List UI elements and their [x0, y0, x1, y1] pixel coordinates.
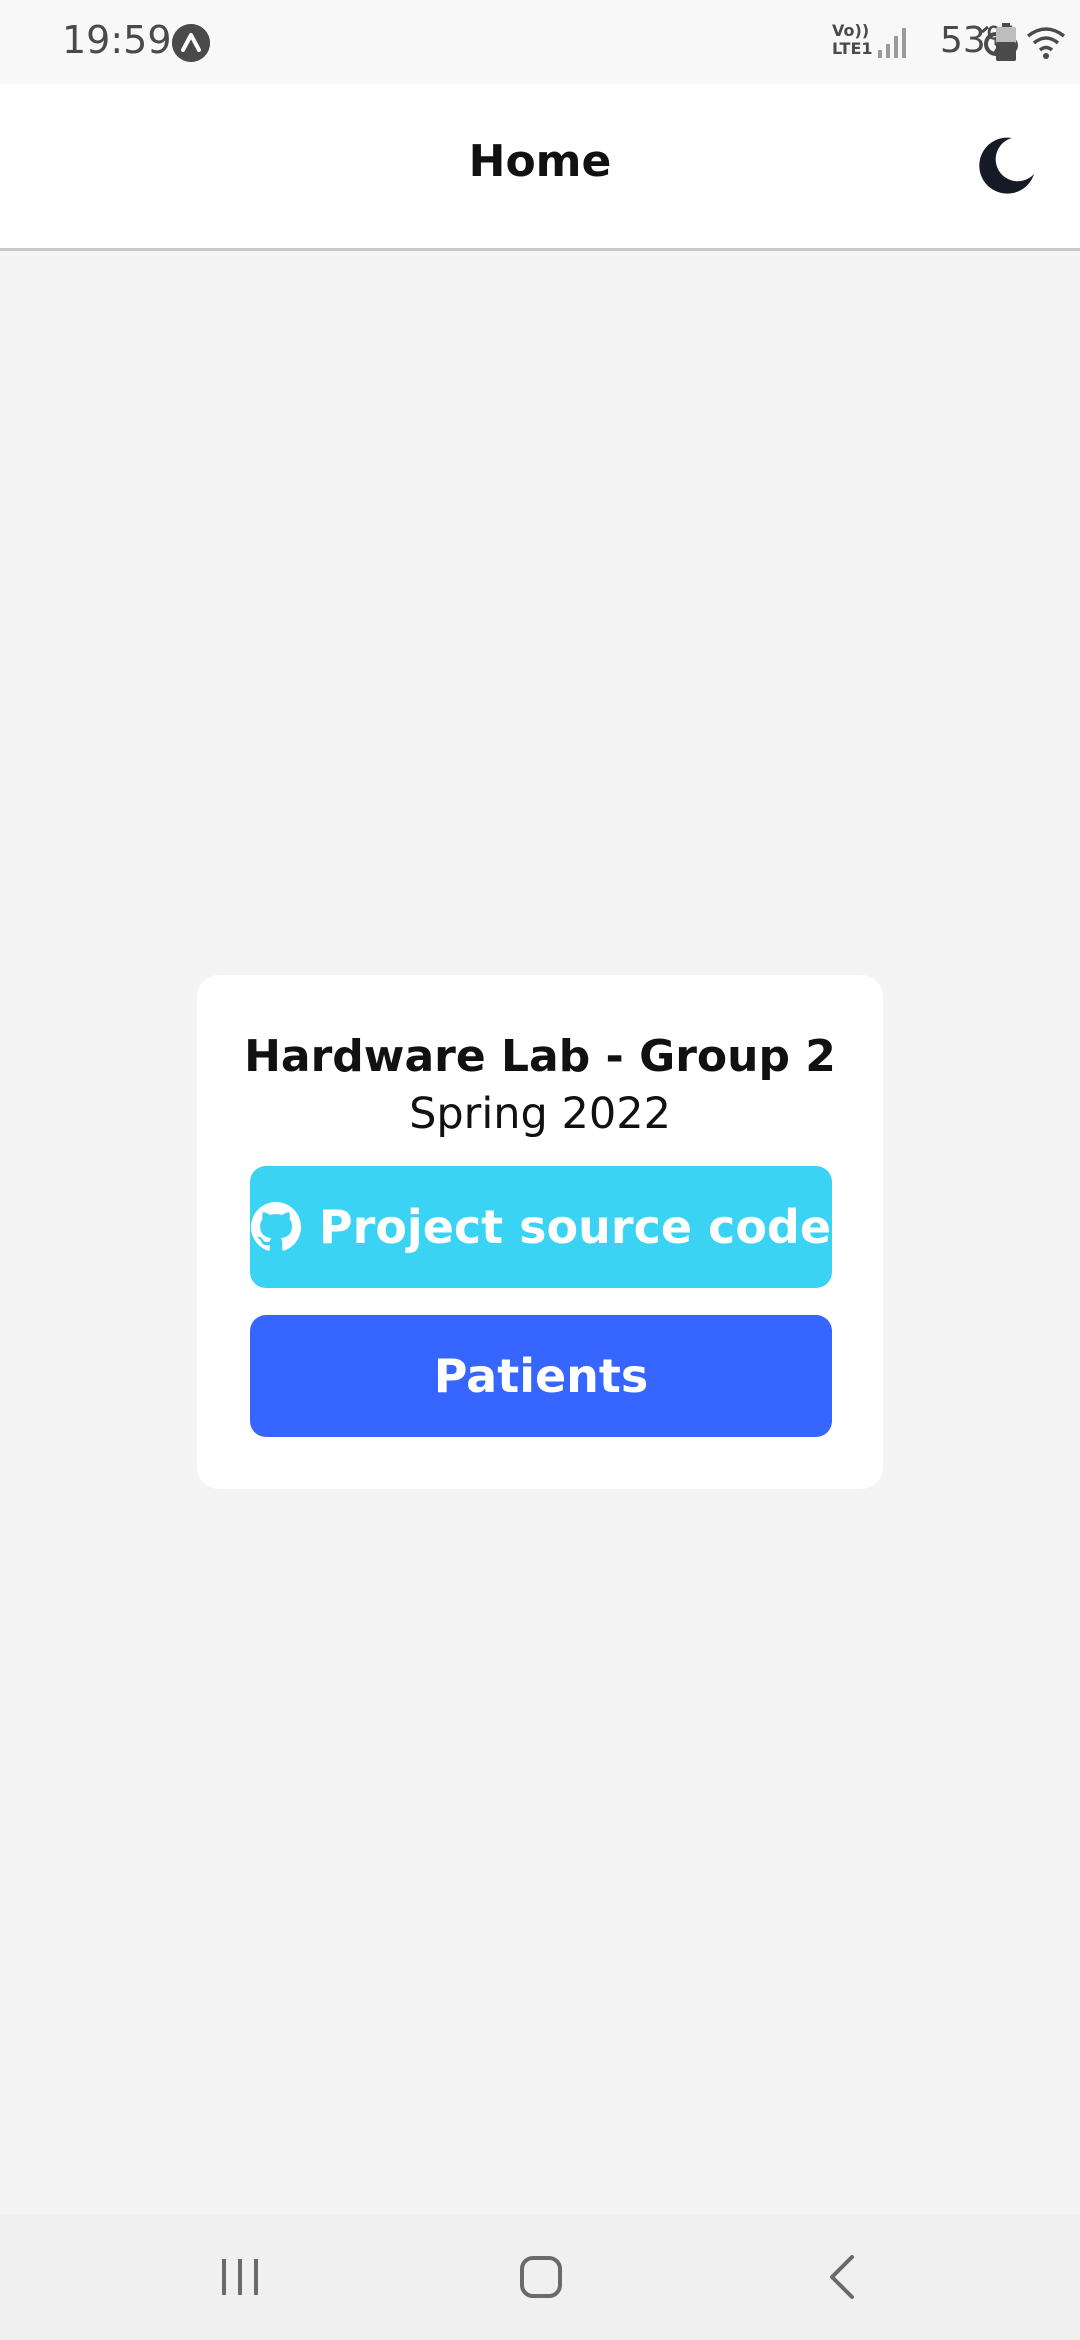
network-label: Vo)) LTE1	[832, 21, 873, 58]
home-icon	[520, 2256, 562, 2298]
app-notification-icon	[172, 24, 210, 62]
recents-button[interactable]	[160, 2214, 320, 2340]
card-subtitle: Spring 2022	[409, 1089, 671, 1139]
system-nav-bar	[0, 2214, 1080, 2340]
card-title: Hardware Lab - Group 2	[244, 1031, 836, 1082]
status-bar: 19:59 Vo)) LTE1 53%	[0, 0, 1080, 84]
patients-button[interactable]: Patients	[250, 1315, 832, 1437]
battery-icon	[996, 23, 1016, 61]
signal-icon	[878, 28, 906, 58]
recents-icon	[222, 2259, 258, 2295]
back-button[interactable]	[762, 2214, 922, 2340]
status-time: 19:59	[62, 18, 172, 62]
moon-icon	[979, 137, 1034, 194]
patients-label: Patients	[433, 1349, 649, 1403]
theme-toggle-button[interactable]	[974, 134, 1038, 198]
home-card: Hardware Lab - Group 2 Spring 2022 Proje…	[197, 975, 883, 1489]
home-button[interactable]	[461, 2214, 621, 2340]
project-source-code-label: Project source code	[318, 1200, 832, 1254]
back-icon	[830, 2255, 854, 2299]
project-source-code-button[interactable]: Project source code	[250, 1166, 832, 1288]
wifi-icon	[1026, 27, 1066, 59]
github-icon	[250, 1202, 301, 1251]
app-header: Home	[0, 84, 1080, 251]
page-title: Home	[468, 136, 612, 187]
